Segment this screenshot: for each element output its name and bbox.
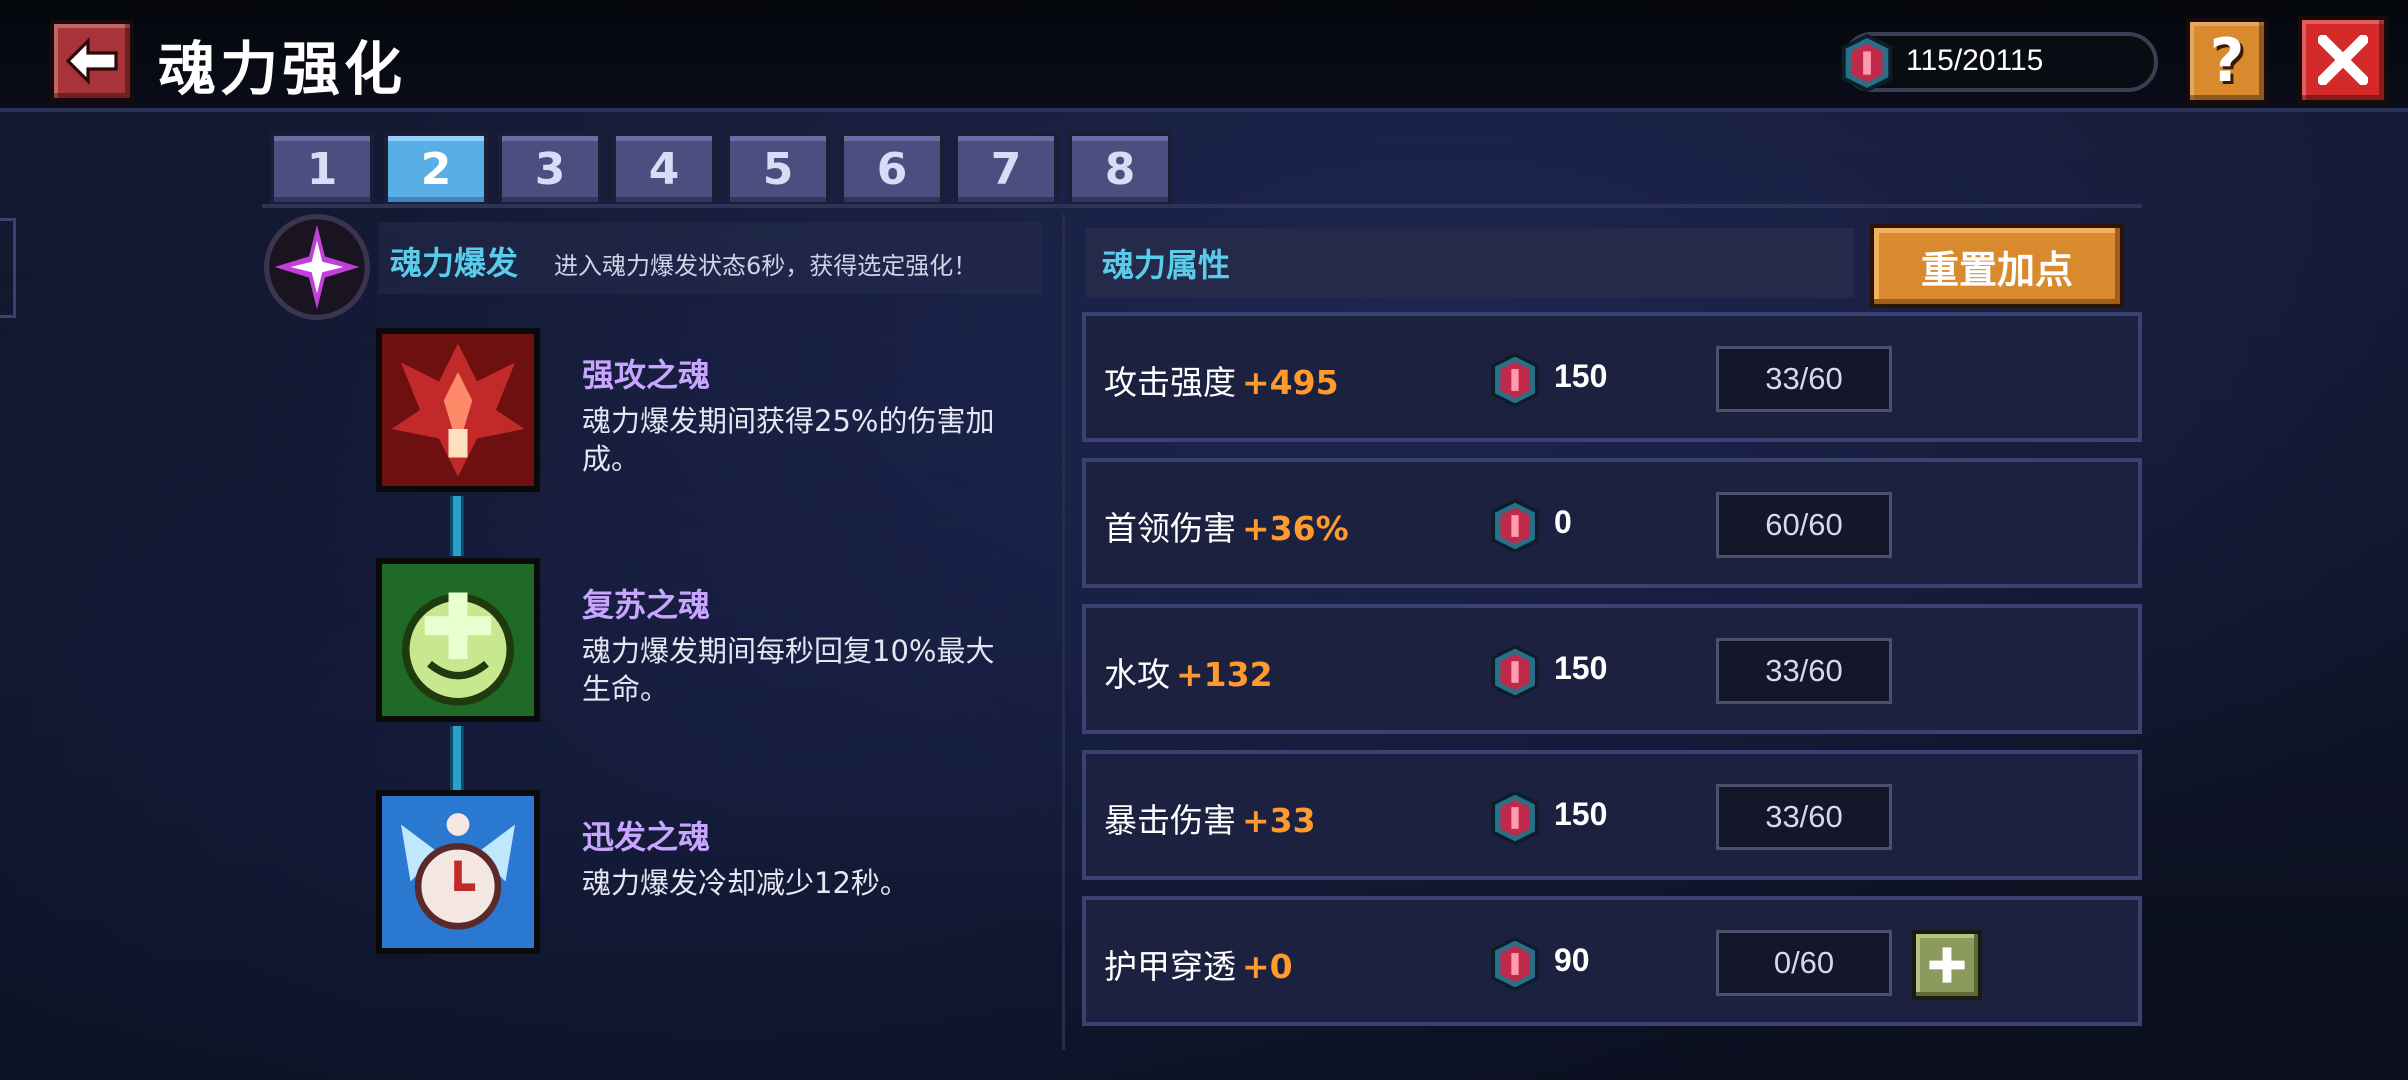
tab-6[interactable]: 6 (840, 132, 944, 206)
burst-description: 进入魂力爆发状态6秒，获得选定强化！ (554, 252, 978, 280)
skill-name-swift: 迅发之魂 (582, 818, 711, 856)
attribute-row: 暴击伤害 +33 150 33/60 (1082, 750, 2142, 880)
attribute-value: +132 (1176, 655, 1273, 694)
tab-4[interactable]: 4 (612, 132, 716, 206)
attribute-row: 水攻 +132 150 33/60 (1082, 604, 2142, 734)
attribute-name: 护甲穿透 (1104, 947, 1236, 986)
attribute-value: +33 (1242, 801, 1316, 840)
help-button[interactable]: ? (2186, 18, 2268, 104)
attribute-level: 33/60 (1716, 346, 1892, 412)
tab-3[interactable]: 3 (498, 132, 602, 206)
skill-name-revive: 复苏之魂 (582, 586, 711, 624)
attribute-name: 暴击伤害 (1104, 801, 1236, 840)
skill-connector (450, 726, 464, 790)
skill-desc-revive: 魂力爆发期间每秒回复10%最大生命。 (582, 634, 995, 706)
attributes-title: 魂力属性 (1102, 246, 1231, 284)
soul-gem-icon (1491, 352, 1539, 408)
soul-burst-star-icon (264, 214, 370, 320)
tab-bar: 1 2 3 4 5 6 7 8 (270, 132, 1172, 206)
attribute-level: 60/60 (1716, 492, 1892, 558)
currency-amount: 115/20115 (1906, 44, 2044, 77)
skill-desc-power: 魂力爆发期间获得25%的伤害加成。 (582, 404, 995, 476)
soul-gem-icon (1491, 498, 1539, 554)
back-button[interactable] (50, 20, 134, 102)
attribute-value: +0 (1242, 947, 1293, 986)
attribute-name: 攻击强度 (1104, 363, 1236, 402)
soul-gem-icon (1491, 644, 1539, 700)
soul-gem-icon (1491, 936, 1539, 992)
attribute-cost: 90 (1554, 942, 1590, 978)
attribute-cost: 150 (1554, 650, 1608, 686)
attribute-level: 33/60 (1716, 784, 1892, 850)
skill-connector (450, 496, 464, 556)
attribute-level: 33/60 (1716, 638, 1892, 704)
back-arrow-icon (65, 37, 118, 85)
attribute-row: 攻击强度 +495 150 33/60 (1082, 312, 2142, 442)
tab-7[interactable]: 7 (954, 132, 1058, 206)
soul-gem-icon (1491, 790, 1539, 846)
side-drawer-edge[interactable] (0, 218, 16, 318)
attribute-value: +36% (1242, 509, 1349, 548)
attribute-row: 首领伤害 +36% 0 60/60 (1082, 458, 2142, 588)
attribute-row: 护甲穿透 +0 90 0/60 (1082, 896, 2142, 1026)
attribute-cost: 0 (1554, 504, 1572, 540)
attribute-cost: 150 (1554, 796, 1608, 832)
red-flame-spirit-icon[interactable] (376, 328, 540, 492)
tab-2[interactable]: 2 (384, 132, 488, 206)
panel-divider (1062, 214, 1065, 1050)
attribute-level: 0/60 (1716, 930, 1892, 996)
page-title: 魂力强化 (158, 35, 407, 103)
tab-divider (262, 204, 2142, 208)
tab-5[interactable]: 5 (726, 132, 830, 206)
attribute-value: +495 (1242, 363, 1339, 402)
tab-8[interactable]: 8 (1068, 132, 1172, 206)
close-button[interactable] (2298, 16, 2388, 104)
skill-name-power: 强攻之魂 (582, 356, 711, 394)
soul-gem-icon (1841, 33, 1893, 93)
blue-clock-spirit-icon[interactable] (376, 790, 540, 954)
burst-title: 魂力爆发 (390, 244, 519, 282)
attribute-name: 首领伤害 (1104, 509, 1236, 548)
tab-1[interactable]: 1 (270, 132, 374, 206)
attribute-cost: 150 (1554, 358, 1608, 394)
close-x-icon (2318, 35, 2368, 85)
green-heal-spirit-icon[interactable] (376, 558, 540, 722)
attribute-name: 水攻 (1104, 655, 1170, 694)
question-mark-icon: ? (2209, 26, 2245, 96)
plus-icon (1929, 947, 1965, 983)
reset-points-button[interactable]: 重置加点 (1870, 224, 2124, 308)
skill-desc-swift: 魂力爆发冷却减少12秒。 (582, 866, 909, 900)
add-point-button[interactable] (1912, 930, 1982, 1000)
